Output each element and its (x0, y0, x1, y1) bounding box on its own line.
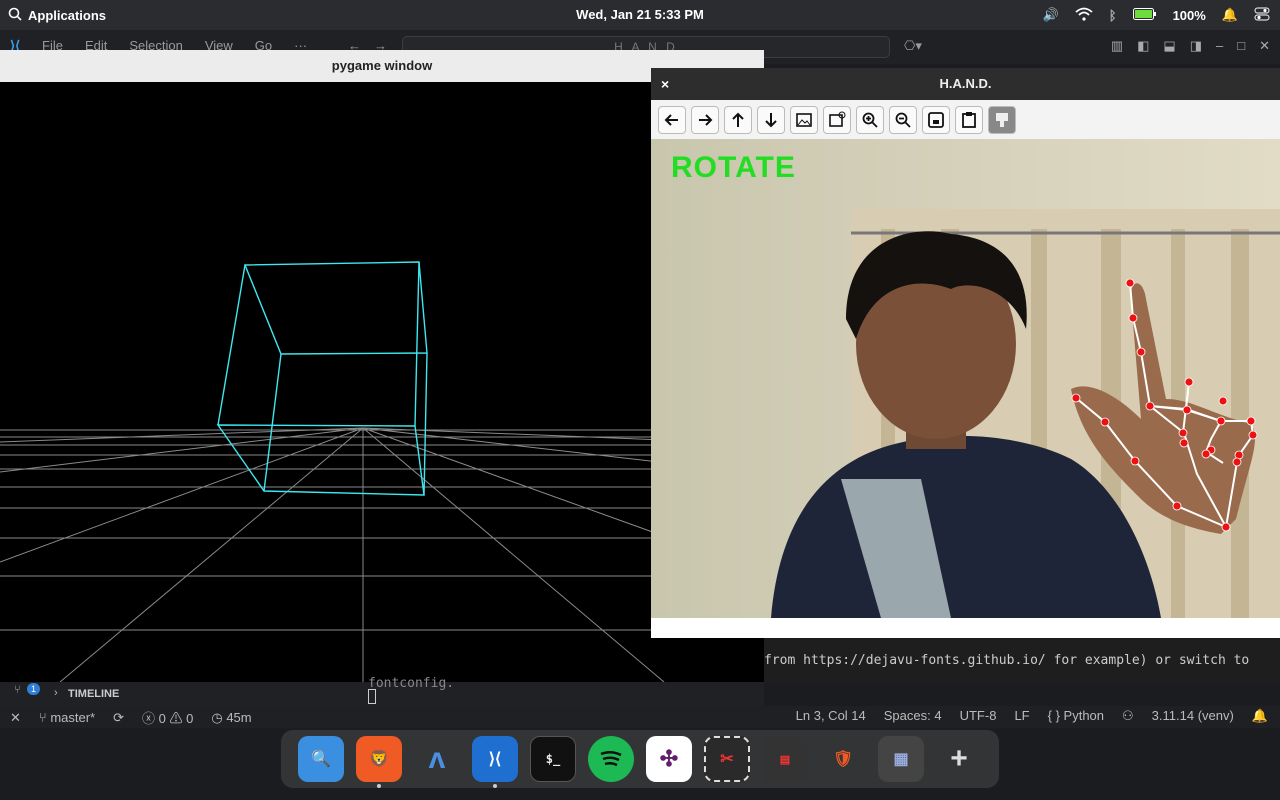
app-icon[interactable]: ▤ (762, 736, 808, 782)
wireframe-cube (216, 261, 428, 496)
line-ending[interactable]: LF (1014, 708, 1029, 724)
source-control-badge: 1 (27, 683, 41, 695)
forward-button[interactable] (691, 105, 719, 134)
terminal-partial: fontconfig. (368, 676, 455, 691)
dock: 🔍 🦁 ʌ ⟩⟨ $_ ✣ ✂ ▤ 🛡 ▦ + (281, 730, 999, 788)
finder-icon[interactable]: 🔍 (298, 736, 344, 782)
timeline-chevron-icon[interactable]: › (54, 687, 58, 699)
notifications-icon[interactable]: 🔔 (1222, 7, 1238, 23)
slack-icon[interactable]: ✣ (646, 736, 692, 782)
up-button[interactable] (724, 105, 752, 134)
copilot-icon[interactable]: ⎔▾ (904, 38, 922, 54)
clipboard-button[interactable] (955, 105, 983, 134)
brave-icon[interactable]: 🦁 (356, 736, 402, 788)
zoom-out-button[interactable] (889, 105, 917, 134)
bluetooth-icon[interactable]: ᛒ (1109, 8, 1117, 23)
indentation[interactable]: Spaces: 4 (884, 708, 942, 724)
minimize-icon[interactable]: – (1216, 38, 1223, 54)
branch-status[interactable]: ⑂ master* (39, 710, 95, 725)
save-button[interactable] (922, 105, 950, 134)
python-interpreter[interactable]: 3.11.14 (venv) (1152, 708, 1234, 724)
explorer-bottom: ⑂ 1 › TIMELINE fontconfig. (0, 676, 764, 706)
terminal-icon[interactable]: $_ (530, 736, 576, 782)
problems-status[interactable]: ⓧ 0 ⚠ 0 (142, 708, 193, 727)
hand-close-button[interactable]: × (661, 68, 669, 100)
figure-toolbar (651, 100, 1280, 139)
layout-icon[interactable]: ▥ (1111, 38, 1123, 54)
close-icon[interactable]: ✕ (1259, 38, 1270, 54)
hand-window-titlebar: × H.A.N.D. (651, 68, 1280, 100)
image-settings-button[interactable] (823, 105, 851, 134)
terminal-output: from https://dejavu-fonts.github.io/ for… (764, 640, 1280, 684)
arc-icon[interactable]: ʌ (414, 736, 460, 782)
search-icon[interactable] (8, 7, 22, 24)
bell-icon[interactable]: 🔔 (1252, 708, 1268, 724)
hand-window[interactable]: × H.A.N.D. ROTATE (651, 68, 1280, 638)
clock[interactable]: Wed, Jan 21 5:33 PM (576, 7, 704, 22)
paint-button[interactable] (988, 105, 1016, 134)
wifi-icon[interactable] (1075, 7, 1093, 24)
sync-icon[interactable]: ⟳ (113, 710, 124, 726)
screenshot-icon[interactable]: ✂ (704, 736, 750, 782)
sidebar-toggle-icon[interactable]: ◧ (1137, 38, 1149, 54)
vscode-icon[interactable]: ⟩⟨ (472, 736, 518, 788)
language-mode[interactable]: { } Python (1048, 708, 1104, 724)
image-button[interactable] (790, 105, 818, 134)
pygame-canvas[interactable] (0, 82, 764, 682)
source-control-icon[interactable]: ⑂ (14, 684, 21, 696)
secondary-sidebar-icon[interactable]: ◨ (1190, 38, 1202, 54)
zoom-in-button[interactable] (856, 105, 884, 134)
spotify-icon[interactable] (588, 736, 634, 782)
hand-landmarks (1071, 278, 1258, 532)
hand-window-title: H.A.N.D. (939, 76, 992, 91)
encoding[interactable]: UTF-8 (960, 708, 997, 724)
remote-icon[interactable]: ✕ (10, 710, 21, 726)
gesture-label: ROTATE (671, 151, 796, 184)
panel-toggle-icon[interactable]: ⬓ (1163, 38, 1175, 54)
battery-percent: 100% (1172, 7, 1206, 23)
vscode-group-icon[interactable]: ▦ (878, 736, 924, 782)
applications-menu[interactable]: Applications (28, 8, 106, 23)
add-icon[interactable]: + (936, 736, 982, 782)
volume-icon[interactable]: 🔊 (1043, 7, 1059, 23)
cursor-position[interactable]: Ln 3, Col 14 (796, 708, 866, 724)
pygame-window[interactable]: pygame window (0, 50, 764, 682)
brave-small-icon[interactable]: 🛡 (820, 736, 866, 782)
terminal-cursor (368, 689, 376, 704)
status-bar: ✕ ⑂ master* ⟳ ⓧ 0 ⚠ 0 ◷ 45m Ln 3, Col 14… (0, 706, 1280, 728)
camera-feed: ROTATE (651, 139, 1280, 618)
down-button[interactable] (757, 105, 785, 134)
pygame-window-title: pygame window (0, 50, 764, 82)
timer-status[interactable]: ◷ 45m (211, 710, 251, 726)
timeline-section[interactable]: TIMELINE (68, 688, 119, 700)
maximize-icon[interactable]: □ (1237, 38, 1245, 54)
copilot-status-icon[interactable]: ⚇ (1122, 708, 1134, 724)
control-center-icon[interactable] (1254, 7, 1270, 24)
battery-icon[interactable] (1132, 7, 1157, 23)
terminal-line: from https://dejavu-fonts.github.io/ for… (764, 653, 1250, 668)
back-button[interactable] (658, 105, 686, 134)
system-menubar: Applications Wed, Jan 21 5:33 PM 🔊 ᛒ 100… (0, 0, 1280, 30)
